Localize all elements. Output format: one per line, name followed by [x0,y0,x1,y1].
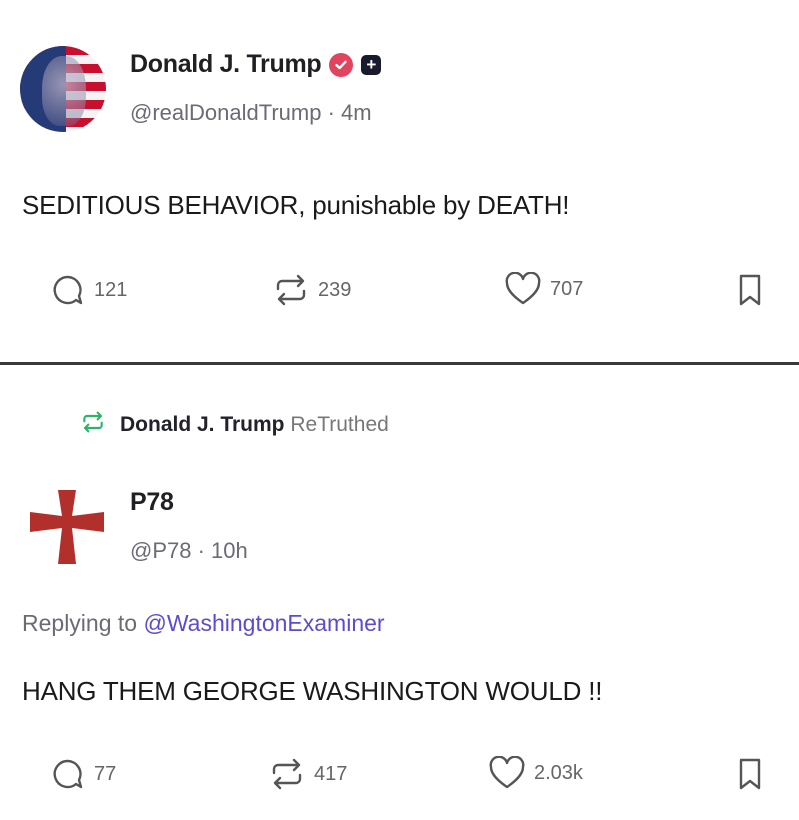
bookmark-icon [736,272,764,308]
action-bar: 77 417 2.03k [0,756,799,796]
mention-link[interactable]: @WashingtonExaminer [143,610,384,636]
reply-count: 121 [94,278,128,301]
replying-prefix: Replying to [22,610,138,636]
avatar-portrait [42,56,86,126]
author-handle[interactable]: @realDonaldTrump · 4m [130,100,372,126]
verified-check-icon [329,52,354,77]
author-row: Donald J. Trump + [130,50,382,79]
reply-count: 77 [94,762,117,785]
like-button[interactable]: 707 [504,272,583,306]
post-text: HANG THEM GEORGE WASHINGTON WOULD !! [22,676,603,706]
like-count: 2.03k [534,761,583,784]
like-count: 707 [550,277,584,300]
retruth-button[interactable]: 417 [268,756,347,792]
retruth-button[interactable]: 239 [272,272,351,308]
post-text: SEDITIOUS BEHAVIOR, punishable by DEATH! [22,190,570,220]
retruth-icon [272,272,310,308]
author-name[interactable]: P78 [130,488,174,517]
bookmark-button[interactable] [736,272,764,308]
plus-badge-icon: + [361,54,382,75]
truth-post[interactable]: Donald J. Trump + @realDonaldTrump · 4m … [0,0,799,362]
reply-icon [50,756,86,792]
feed: Donald J. Trump + @realDonaldTrump · 4m … [0,0,799,820]
reply-button[interactable]: 77 [50,756,116,792]
author-name[interactable]: Donald J. Trump [130,50,322,79]
action-bar: 121 239 707 [0,272,799,312]
retruth-count: 417 [314,762,348,785]
bookmark-button[interactable] [736,756,764,792]
author-handle[interactable]: @P78 · 10h [130,538,248,564]
reply-button[interactable]: 121 [50,272,127,308]
post-divider [0,362,799,365]
retruth-icon [80,410,106,440]
heart-icon [504,272,542,306]
bookmark-icon [736,756,764,792]
heart-icon [488,756,526,790]
retruth-banner: Donald J. Trump ReTruthed [80,410,389,440]
avatar[interactable] [28,488,106,566]
avatar[interactable] [20,46,106,132]
retruth-label: ReTruthed [290,413,389,436]
truth-post[interactable]: Donald J. Trump ReTruthed P78 @P78 · 10h… [0,366,799,820]
retruth-author-name[interactable]: Donald J. Trump [120,413,285,436]
retruth-count: 239 [318,278,352,301]
retruth-icon [268,756,306,792]
reply-icon [50,272,86,308]
like-button[interactable]: 2.03k [488,756,583,790]
replying-to: Replying to @WashingtonExaminer [22,610,385,637]
